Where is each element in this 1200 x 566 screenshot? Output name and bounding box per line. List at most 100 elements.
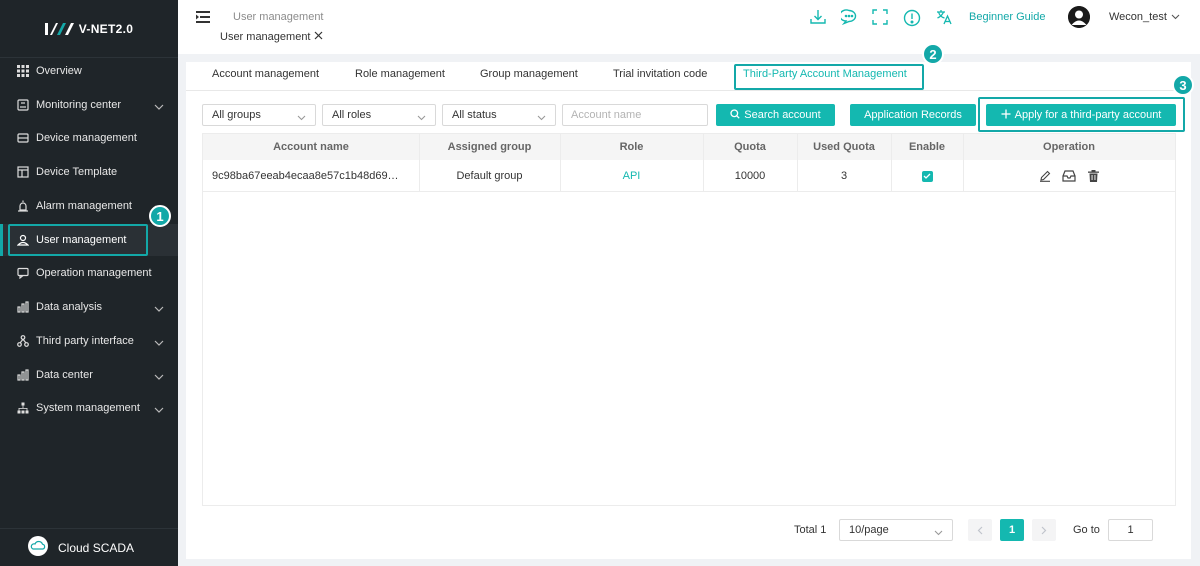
search-icon — [730, 108, 740, 122]
chat-icon — [16, 266, 30, 280]
grid-icon — [16, 64, 30, 78]
translate-icon[interactable] — [936, 9, 952, 25]
step-badge-3: 3 — [1172, 74, 1194, 96]
operation-cell — [963, 160, 1175, 192]
main-content: Account management Role management Group… — [186, 43, 1194, 559]
tab-role-management[interactable]: Role management — [355, 68, 445, 80]
step-badge-1: 1 — [149, 205, 171, 227]
column-header: Used Quota — [813, 141, 875, 153]
enable-checkbox[interactable] — [921, 170, 933, 182]
column-header: Operation — [1043, 141, 1095, 153]
goto-label: Go to — [1073, 524, 1100, 536]
sidebar-item-label: Alarm management — [36, 200, 132, 212]
account-name-input[interactable] — [562, 104, 708, 126]
fullscreen-icon[interactable] — [872, 9, 888, 25]
cloud-scada-label: Cloud SCADA — [58, 540, 135, 555]
quota-cell: 10000 — [734, 170, 766, 182]
chevron-down-icon — [934, 527, 943, 539]
chevron-down-icon — [154, 337, 164, 349]
highlight-frame — [734, 64, 924, 90]
search-account-button[interactable]: Search account — [716, 104, 835, 126]
template-icon — [16, 165, 30, 179]
application-records-button[interactable]: Application Records — [850, 104, 976, 126]
highlight-frame — [8, 224, 148, 256]
column-header: Enable — [908, 141, 946, 153]
sidebar-item-overview[interactable]: Overview — [0, 55, 178, 87]
inbox-icon[interactable] — [1062, 169, 1076, 183]
sidebar-item-label: Overview — [36, 65, 82, 77]
chevron-down-icon — [154, 404, 164, 416]
open-page-tab-label: User management — [220, 31, 311, 43]
sidebar-item-label: Device Template — [36, 166, 118, 178]
chevron-down-icon — [417, 112, 426, 124]
tab-group-management[interactable]: Group management — [480, 68, 578, 80]
info-icon[interactable] — [903, 9, 921, 27]
sidebar-item-label: System management — [36, 402, 140, 414]
group-select-value: All groups — [212, 109, 261, 121]
header: User management User management Beginner… — [178, 0, 1200, 54]
chevron-down-icon — [154, 101, 164, 113]
open-page-tab[interactable]: User management — [220, 31, 323, 43]
username: Wecon_test — [1109, 11, 1167, 23]
sidebar-item-label: Device management — [36, 132, 137, 144]
download-icon[interactable] — [810, 9, 826, 25]
bar-chart-icon — [16, 300, 30, 314]
page-size-value: 10/page — [849, 524, 889, 536]
used-quota-cell: 3 — [840, 170, 848, 182]
goto-page-input[interactable] — [1108, 519, 1153, 541]
hierarchy-icon — [16, 401, 30, 415]
step-badge-2: 2 — [922, 43, 944, 65]
sidebar: V-NET2.0 Overview Monitoring center Devi… — [0, 0, 178, 566]
chevron-down-icon — [297, 112, 306, 124]
network-icon — [16, 334, 30, 348]
delete-icon[interactable] — [1086, 169, 1100, 183]
account-name-cell: 9c98ba67eeab4ecaa8e57c1b48d69… — [212, 170, 399, 182]
sidebar-item-device-template[interactable]: Device Template — [0, 156, 178, 188]
alarm-icon — [16, 199, 30, 213]
sidebar-item-operation-management[interactable]: Operation management — [0, 257, 178, 289]
page-size-select[interactable]: 10/page — [839, 519, 953, 541]
user-menu[interactable]: Wecon_test — [1109, 11, 1180, 23]
sidebar-item-system-management[interactable]: System management — [0, 392, 178, 424]
prev-page-button[interactable] — [968, 519, 992, 541]
sidebar-item-device-management[interactable]: Device management — [0, 122, 178, 154]
assigned-group-cell: Default group — [456, 170, 523, 182]
device-icon — [16, 131, 30, 145]
next-page-button[interactable] — [1032, 519, 1056, 541]
role-select-value: All roles — [332, 109, 372, 121]
column-header: Account name — [273, 141, 349, 153]
logo-text: V-NET2.0 — [78, 21, 134, 36]
cloud-scada-link[interactable]: Cloud SCADA — [0, 528, 178, 566]
sidebar-item-data-analysis[interactable]: Data analysis — [0, 291, 178, 323]
chevron-down-icon — [537, 112, 546, 124]
active-indicator — [0, 224, 3, 256]
edit-icon[interactable] — [1038, 169, 1052, 183]
role-cell[interactable]: API — [560, 160, 703, 192]
chevron-down-icon — [1171, 11, 1180, 23]
accounts-table: Account name Assigned group Role Quota U… — [202, 133, 1176, 506]
role-select[interactable]: All roles — [322, 104, 436, 126]
breadcrumb: User management — [233, 11, 324, 23]
message-icon[interactable] — [841, 9, 857, 25]
tab-account-management[interactable]: Account management — [212, 68, 319, 80]
logo-mark-icon — [44, 22, 75, 36]
sidebar-item-monitoring-center[interactable]: Monitoring center — [0, 89, 178, 121]
menu-toggle-icon[interactable] — [196, 11, 210, 26]
status-select[interactable]: All status — [442, 104, 556, 126]
column-header: Role — [619, 141, 644, 153]
total-count: Total 1 — [794, 524, 827, 536]
close-icon[interactable] — [314, 31, 323, 43]
sidebar-item-user-management[interactable]: User management — [0, 224, 178, 256]
page-number-button[interactable]: 1 — [1000, 519, 1024, 541]
application-records-label: Application Records — [864, 109, 962, 121]
tab-divider — [186, 90, 1191, 91]
avatar[interactable] — [1068, 6, 1090, 28]
bar-chart-icon — [16, 368, 30, 382]
sidebar-item-third-party-interface[interactable]: Third party interface — [0, 325, 178, 357]
sidebar-item-label: Data analysis — [36, 301, 103, 313]
group-select[interactable]: All groups — [202, 104, 316, 126]
highlight-frame — [978, 97, 1185, 132]
tab-trial-invitation-code[interactable]: Trial invitation code — [613, 68, 707, 80]
beginner-guide-link[interactable]: Beginner Guide — [969, 11, 1045, 23]
sidebar-item-data-center[interactable]: Data center — [0, 359, 178, 391]
